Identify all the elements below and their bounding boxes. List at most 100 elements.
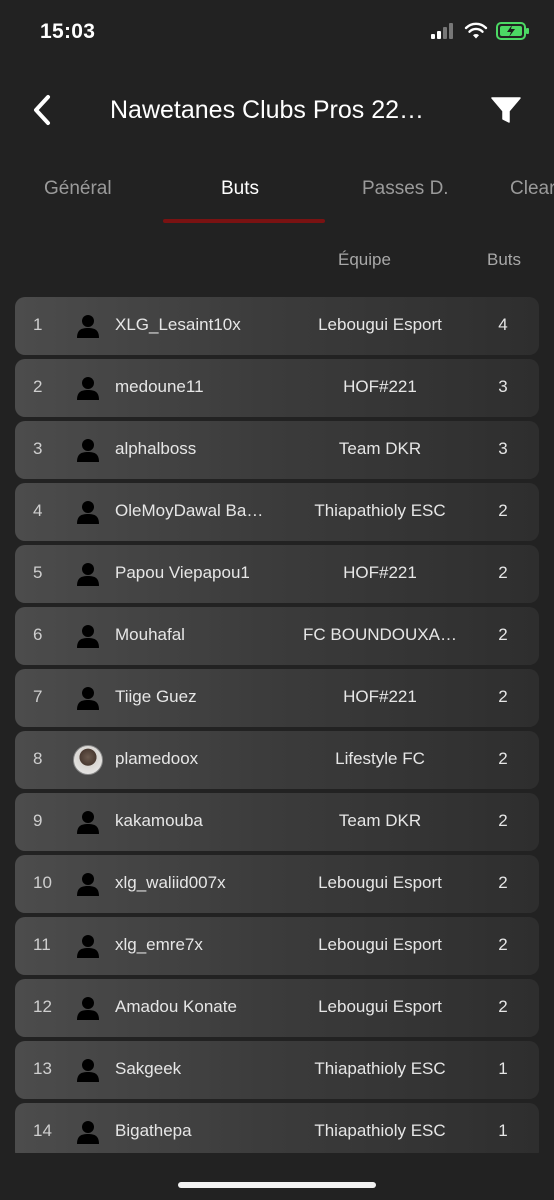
player-name: plamedoox (115, 749, 199, 768)
player-name: Papou Viepapou1 (115, 563, 250, 582)
person-icon (73, 807, 103, 837)
table-row[interactable]: 9 kakamouba Team DKR 2 (15, 793, 539, 851)
rank-number: 7 (33, 687, 43, 706)
avatar (73, 745, 103, 775)
team-name: Lebougui Esport (318, 315, 442, 334)
active-tab-indicator (163, 219, 325, 223)
tab-bar: Général Buts Passes D. Clear (0, 160, 554, 226)
goals-count: 3 (498, 377, 508, 396)
rank-number: 3 (33, 439, 43, 458)
wifi-icon (464, 22, 488, 45)
person-icon (73, 621, 103, 651)
rank-number: 4 (33, 501, 43, 520)
team-name: Team DKR (338, 811, 422, 830)
navigation-bar: Nawetanes Clubs Pros 22… (0, 80, 554, 140)
team-name: Thiapathioly ESC (314, 501, 446, 520)
team-name: HOF#221 (343, 377, 417, 396)
rank-number: 13 (33, 1059, 52, 1078)
status-icons (430, 22, 530, 45)
rank-number: 6 (33, 625, 43, 644)
person-icon (73, 311, 103, 341)
goals-count: 2 (498, 563, 508, 582)
rank-number: 11 (33, 935, 51, 954)
player-name: xlg_waliid007x (115, 873, 226, 892)
avatar-photo (73, 745, 103, 775)
player-name: medoune11 (115, 377, 204, 396)
goals-count: 2 (498, 625, 508, 644)
player-name: Mouhafal (115, 625, 185, 644)
table-row[interactable]: 6 Mouhafal FC BOUNDOUXA… 2 (15, 607, 539, 665)
person-icon (73, 435, 103, 465)
person-icon (73, 1055, 103, 1085)
team-name: Thiapathioly ESC (314, 1059, 446, 1078)
table-row[interactable]: 4 OleMoyDawal Ba… Thiapathioly ESC 2 (15, 483, 539, 541)
team-name: Lifestyle FC (335, 749, 425, 768)
table-row[interactable]: 10 xlg_waliid007x Lebougui Esport 2 (15, 855, 539, 913)
table-row[interactable]: 2 medoune11 HOF#221 3 (15, 359, 539, 417)
player-name: Bigathepa (115, 1121, 192, 1140)
person-icon (73, 869, 103, 899)
goals-count: 1 (498, 1059, 508, 1078)
team-name: Team DKR (338, 439, 422, 458)
home-indicator (178, 1182, 376, 1188)
goals-count: 2 (498, 935, 508, 954)
player-name: alphalboss (115, 439, 197, 458)
table-row[interactable]: 14 Bigathepa Thiapathioly ESC 1 (15, 1103, 539, 1153)
table-row[interactable]: 1 XLG_Lesaint10x Lebougui Esport 4 (15, 297, 539, 355)
player-name: xlg_emre7x (115, 935, 203, 954)
table-row[interactable]: 8 plamedoox Lifestyle FC 2 (15, 731, 539, 789)
rank-number: 8 (33, 749, 43, 768)
person-icon (73, 559, 103, 589)
goals-count: 1 (498, 1121, 508, 1140)
filter-button[interactable] (488, 92, 524, 128)
person-icon (73, 497, 103, 527)
battery-charging-icon (496, 22, 530, 45)
rank-number: 9 (33, 811, 43, 830)
goals-count: 2 (498, 749, 508, 768)
goals-count: 4 (498, 315, 508, 334)
team-name: HOF#221 (343, 563, 417, 582)
chevron-left-icon (34, 95, 50, 125)
cellular-signal-icon (430, 22, 456, 45)
player-name: XLG_Lesaint10x (115, 315, 241, 334)
rank-number: 14 (33, 1121, 52, 1140)
goals-count: 2 (498, 687, 508, 706)
goals-count: 2 (498, 997, 508, 1016)
tab-general[interactable]: Général (44, 178, 112, 200)
page-title: Nawetanes Clubs Pros 22… (110, 96, 425, 124)
goals-count: 2 (498, 873, 508, 892)
table-row[interactable]: 12 Amadou Konate Lebougui Esport 2 (15, 979, 539, 1037)
tab-goals[interactable]: Buts (221, 178, 259, 200)
table-row[interactable]: 5 Papou Viepapou1 HOF#221 2 (15, 545, 539, 603)
goals-count: 3 (498, 439, 508, 458)
tab-clear[interactable]: Clear (510, 178, 554, 200)
column-header-goals: Buts (487, 250, 522, 269)
table-row[interactable]: 11 xlg_emre7x Lebougui Esport 2 (15, 917, 539, 975)
status-bar: 15:03 (0, 0, 554, 66)
table-row[interactable]: 3 alphalboss Team DKR 3 (15, 421, 539, 479)
person-icon (73, 931, 103, 961)
person-icon (73, 683, 103, 713)
team-name: FC BOUNDOUXA… (303, 625, 457, 644)
table-row[interactable]: 7 Tiige Guez HOF#221 2 (15, 669, 539, 727)
table-row[interactable]: 13 Sakgeek Thiapathioly ESC 1 (15, 1041, 539, 1099)
rank-number: 2 (33, 377, 43, 396)
player-name: Amadou Konate (115, 997, 237, 1016)
team-name: Thiapathioly ESC (314, 1121, 446, 1140)
team-name: Lebougui Esport (318, 997, 442, 1016)
rank-number: 10 (33, 873, 52, 892)
team-name: Lebougui Esport (318, 873, 442, 892)
rank-number: 5 (33, 563, 43, 582)
tab-assists[interactable]: Passes D. (362, 178, 449, 200)
person-icon (73, 993, 103, 1023)
rank-number: 12 (33, 997, 52, 1016)
player-name: kakamouba (115, 811, 203, 830)
back-button[interactable] (26, 90, 58, 130)
team-name: Lebougui Esport (318, 935, 442, 954)
person-icon (73, 373, 103, 403)
column-headers: Équipe Buts (0, 250, 554, 274)
person-icon (73, 1117, 103, 1147)
player-name: OleMoyDawal Ba… (115, 501, 264, 520)
filter-icon (491, 97, 521, 123)
player-name: Tiige Guez (115, 687, 197, 706)
